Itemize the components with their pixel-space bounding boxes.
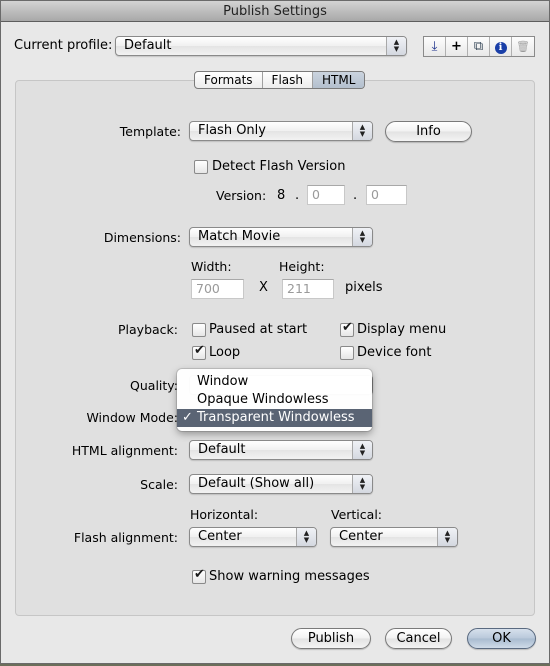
horizontal-alignment-select[interactable]: Center ▲ ▼ [189,527,317,547]
playback-label: Playback: [118,322,178,337]
loop-label: Loop [209,345,241,360]
duplicate-profile-icon: ⧉ [473,39,484,54]
width-label: Width: [191,259,232,274]
delete-profile-button[interactable]: 🗑 [512,37,534,56]
height-label: Height: [279,259,325,274]
quality-label: Quality: [130,378,178,393]
publish-settings-dialog: Publish Settings Current profile: Defaul… [0,0,550,664]
add-profile-icon: + [451,39,462,54]
checkmark-icon: ✓ [182,410,193,425]
window-title: Publish Settings [1,1,549,22]
width-field[interactable]: 700 [191,279,244,299]
tab-flash[interactable]: Flash [263,72,313,88]
display-menu-checkbox[interactable] [340,322,354,337]
info-button[interactable]: Info [385,121,472,142]
window-mode-option-opaque[interactable]: Opaque Windowless [177,391,372,409]
delete-profile-icon: 🗑 [516,40,530,53]
html-alignment-label: HTML alignment: [71,443,178,458]
html-alignment-select[interactable]: Default ▲ ▼ [189,440,373,460]
version-revision-field[interactable]: 0 [366,185,407,205]
paused-at-start-checkbox[interactable] [192,323,206,337]
profile-info-icon: ℹ [494,42,507,54]
scale-value: Default (Show all) [198,476,315,491]
version-separator: . [353,188,358,203]
cancel-button[interactable]: Cancel [385,628,452,649]
option-label: Window [197,374,249,389]
version-minor-field[interactable]: 0 [307,185,345,205]
html-alignment-value: Default [198,442,246,457]
template-label: Template: [119,124,181,139]
loop-checkbox[interactable] [192,345,206,360]
import-export-button[interactable]: ⤓ [424,37,446,56]
window-mode-menu: Window Opaque Windowless ✓ Transparent Wi… [177,369,372,431]
show-warnings-checkbox[interactable] [192,569,206,584]
chevron-updown-icon: ▲ ▼ [296,528,316,546]
version-label: Version: [216,188,267,203]
version-major: 8 [277,188,286,203]
scale-label: Scale: [140,477,178,492]
tab-html[interactable]: HTML [313,72,365,88]
detect-flash-label: Detect Flash Version [212,159,346,174]
tab-formats[interactable]: Formats [195,72,263,88]
dimensions-times: X [259,280,268,295]
device-font-label: Device font [357,345,432,360]
option-label: Transparent Windowless [197,410,355,425]
duplicate-profile-button[interactable]: ⧉ [468,37,490,56]
template-value: Flash Only [198,123,266,138]
scale-select[interactable]: Default (Show all) ▲ ▼ [189,474,373,494]
current-profile-select[interactable]: Default ▲ ▼ [115,36,407,56]
chevron-updown-icon: ▲ ▼ [352,122,372,140]
window-mode-option-transparent[interactable]: ✓ Transparent Windowless [177,409,372,427]
import-export-icon: ⤓ [431,39,438,54]
tab-bar: Formats Flash HTML [194,71,366,89]
vertical-alignment-value: Center [339,529,383,544]
dimensions-select[interactable]: Match Movie ▲ ▼ [189,227,373,247]
dimensions-label: Dimensions: [103,230,181,245]
window-mode-label: Window Mode: [86,410,178,425]
chevron-updown-icon: ▲ ▼ [386,37,406,55]
display-menu-label: Display menu [357,322,447,337]
flash-alignment-label: Flash alignment: [73,530,178,545]
chevron-updown-icon: ▲ ▼ [352,228,372,246]
template-select[interactable]: Flash Only ▲ ▼ [189,121,373,141]
height-field[interactable]: 211 [282,279,334,299]
window-mode-option-window[interactable]: Window [177,373,372,391]
add-profile-button[interactable]: + [446,37,468,56]
ok-button[interactable]: OK [467,628,536,649]
profile-info-button[interactable]: ℹ [490,37,512,56]
dimensions-value: Match Movie [198,229,281,244]
chevron-updown-icon: ▲ ▼ [352,441,372,459]
horizontal-alignment-value: Center [198,529,242,544]
option-label: Opaque Windowless [197,392,329,407]
version-separator: . [295,188,300,203]
horizontal-label: Horizontal: [190,507,259,522]
vertical-alignment-select[interactable]: Center ▲ ▼ [330,527,458,547]
chevron-updown-icon: ▲ ▼ [437,528,457,546]
current-profile-label: Current profile: [14,38,113,53]
device-font-checkbox[interactable] [340,346,354,360]
detect-flash-checkbox[interactable] [194,160,208,174]
vertical-label: Vertical: [331,507,383,522]
show-warnings-label: Show warning messages [209,569,370,584]
current-profile-value: Default [124,38,172,53]
chevron-updown-icon: ▲ ▼ [352,475,372,493]
publish-button[interactable]: Publish [291,628,371,649]
profile-toolbar: ⤓ + ⧉ ℹ 🗑 [423,36,535,57]
pixels-unit-label: pixels [345,280,383,295]
paused-at-start-label: Paused at start [209,322,308,337]
